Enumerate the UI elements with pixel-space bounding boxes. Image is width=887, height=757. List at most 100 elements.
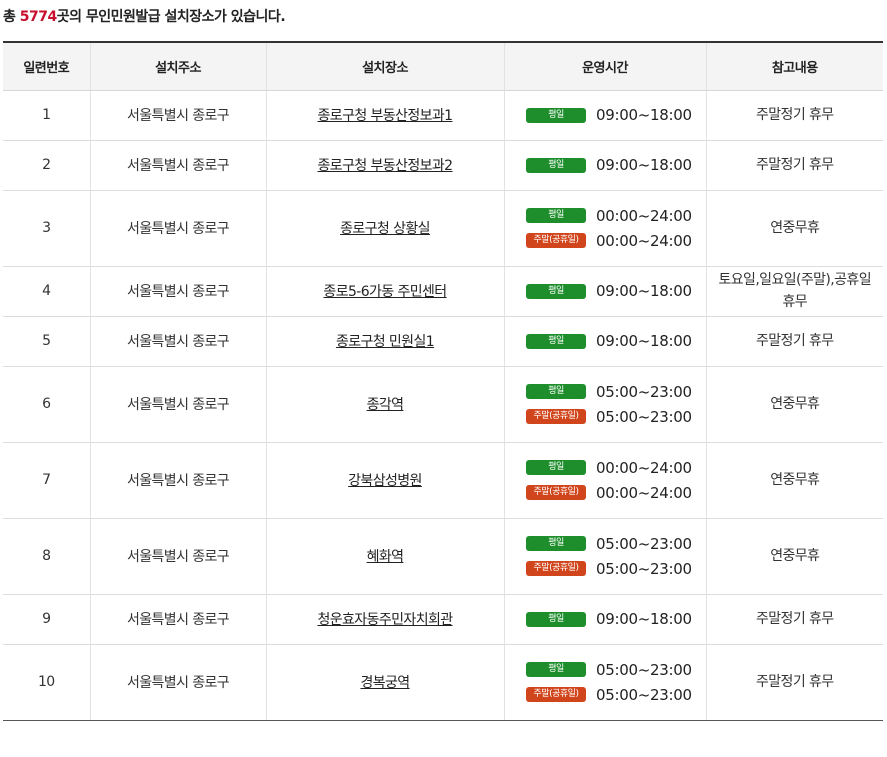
- hours-cell: 평일 00:00~24:00 주말(공휴일) 00:00~24:00: [503, 190, 706, 267]
- hours-cell: 평일 09:00~18:00: [503, 594, 706, 645]
- location-link[interactable]: 경복궁역: [360, 675, 410, 691]
- address-cell: 서울특별시 종로구: [89, 442, 266, 519]
- location-link[interactable]: 강북삼성병원: [348, 473, 422, 489]
- weekday-time: 09:00~18:00: [596, 106, 692, 124]
- table-header: 일련번호 설치주소 설치장소 운영시간 참고내용: [3, 41, 883, 91]
- notes-cell: 주말정기 휴무: [705, 644, 883, 721]
- header-row: 일련번호 설치주소 설치장소 운영시간 참고내용: [3, 41, 883, 91]
- result-count: 5774: [19, 9, 57, 25]
- weekday-hours-line: 평일 09:00~18:00: [509, 329, 702, 354]
- notes-cell: 연중무휴: [705, 366, 883, 443]
- weekend-hours-line: 주말(공휴일) 05:00~23:00: [509, 682, 702, 707]
- notes-cell: 주말정기 휴무: [705, 594, 883, 645]
- serial-no-cell: 5: [3, 316, 90, 367]
- location-cell: 청운효자동주민자치회관: [265, 594, 504, 645]
- kiosk-location-table: 일련번호 설치주소 설치장소 운영시간 참고내용 1 서울특별시 종로구 종로구청 …: [3, 41, 883, 721]
- weekday-hours-line: 평일 09:00~18:00: [509, 103, 702, 128]
- serial-no-cell: 8: [3, 518, 90, 595]
- weekday-badge: 평일: [526, 460, 586, 475]
- weekday-time: 09:00~18:00: [596, 156, 692, 174]
- address-cell: 서울특별시 종로구: [89, 366, 266, 443]
- location-cell: 종로구청 상황실: [265, 190, 504, 267]
- weekend-time: 00:00~24:00: [596, 483, 692, 502]
- weekday-hours-line: 평일 09:00~18:00: [509, 153, 702, 178]
- weekend-time: 05:00~23:00: [596, 685, 692, 704]
- table-row: 1 서울특별시 종로구 종로구청 부동산정보과1 평일 09:00~18:00 주말정기 …: [3, 90, 883, 141]
- address-cell: 서울특별시 종로구: [89, 594, 266, 645]
- table-row: 10 서울특별시 종로구 경복궁역 평일 05:00~23:00 주말(공휴일) 05:00…: [3, 644, 883, 721]
- serial-no-cell: 1: [3, 90, 90, 141]
- summary-suffix: 곳의 무인민원발급 설치장소가 있습니다.: [56, 9, 286, 25]
- hours-cell: 평일 09:00~18:00: [503, 266, 706, 317]
- notes-cell: 주말정기 휴무: [705, 316, 883, 367]
- weekday-hours-line: 평일 00:00~24:00: [509, 203, 702, 228]
- location-cell: 종로구청 민원실1: [265, 316, 504, 367]
- location-cell: 종각역: [265, 366, 504, 443]
- location-cell: 경복궁역: [265, 644, 504, 721]
- hours-cell: 평일 09:00~18:00: [503, 316, 706, 367]
- hours-cell: 평일 05:00~23:00 주말(공휴일) 05:00~23:00: [503, 644, 706, 721]
- result-summary: 총 5774곳의 무인민원발급 설치장소가 있습니다.: [3, 6, 286, 26]
- address-cell: 서울특별시 종로구: [89, 90, 266, 141]
- hours-cell: 평일 09:00~18:00: [503, 90, 706, 141]
- weekday-time: 05:00~23:00: [596, 382, 692, 401]
- serial-no-cell: 10: [3, 644, 90, 721]
- table-body: 1 서울특별시 종로구 종로구청 부동산정보과1 평일 09:00~18:00 주말정기 …: [3, 90, 883, 721]
- address-cell: 서울특별시 종로구: [89, 644, 266, 721]
- location-cell: 종로5-6가동 주민센터: [265, 266, 504, 317]
- table-row: 5 서울특별시 종로구 종로구청 민원실1 평일 09:00~18:00 주말정기 휴무: [3, 316, 883, 367]
- location-cell: 혜화역: [265, 518, 504, 595]
- notes-cell: 토요일,일요일(주말),공휴일 휴무: [705, 266, 883, 317]
- notes-cell: 주말정기 휴무: [705, 90, 883, 141]
- location-link[interactable]: 종로구청 민원실1: [336, 334, 435, 350]
- header-location: 설치장소: [265, 41, 504, 91]
- weekend-badge: 주말(공휴일): [526, 687, 586, 702]
- location-link[interactable]: 종로5-6가동 주민센터: [323, 284, 447, 300]
- location-link[interactable]: 종로구청 상황실: [340, 221, 430, 237]
- location-link[interactable]: 종로구청 부동산정보과1: [318, 108, 454, 124]
- weekday-hours-line: 평일 09:00~18:00: [509, 607, 702, 632]
- weekday-badge: 평일: [526, 157, 586, 173]
- weekday-hours-line: 평일 05:00~23:00: [509, 379, 702, 404]
- header-address: 설치주소: [89, 41, 266, 91]
- serial-no-cell: 3: [3, 190, 90, 267]
- weekday-time: 00:00~24:00: [596, 458, 692, 477]
- weekend-badge: 주말(공휴일): [526, 233, 586, 248]
- address-cell: 서울특별시 종로구: [89, 518, 266, 595]
- weekday-badge: 평일: [526, 384, 586, 399]
- header-hours: 운영시간: [503, 41, 706, 91]
- weekend-hours-line: 주말(공휴일) 00:00~24:00: [509, 228, 702, 253]
- weekday-time: 05:00~23:00: [596, 534, 692, 553]
- serial-no-cell: 7: [3, 442, 90, 519]
- weekday-time: 09:00~18:00: [596, 610, 692, 628]
- serial-no-cell: 6: [3, 366, 90, 443]
- location-link[interactable]: 종각역: [367, 397, 404, 413]
- weekend-hours-line: 주말(공휴일) 05:00~23:00: [509, 404, 702, 429]
- weekend-badge: 주말(공휴일): [526, 485, 586, 500]
- weekday-time: 09:00~18:00: [596, 282, 692, 300]
- weekend-badge: 주말(공휴일): [526, 561, 586, 576]
- location-link[interactable]: 혜화역: [367, 549, 404, 565]
- weekday-badge: 평일: [526, 208, 586, 223]
- address-cell: 서울특별시 종로구: [89, 266, 266, 317]
- weekday-hours-line: 평일 05:00~23:00: [509, 657, 702, 682]
- hours-cell: 평일 05:00~23:00 주말(공휴일) 05:00~23:00: [503, 518, 706, 595]
- weekend-time: 00:00~24:00: [596, 231, 692, 250]
- weekday-time: 00:00~24:00: [596, 206, 692, 225]
- notes-cell: 연중무휴: [705, 518, 883, 595]
- weekend-time: 05:00~23:00: [596, 407, 692, 426]
- address-cell: 서울특별시 종로구: [89, 140, 266, 191]
- table-row: 3 서울특별시 종로구 종로구청 상황실 평일 00:00~24:00 주말(공휴일) 00…: [3, 190, 883, 267]
- serial-no-cell: 9: [3, 594, 90, 645]
- address-cell: 서울특별시 종로구: [89, 316, 266, 367]
- table-row: 4 서울특별시 종로구 종로5-6가동 주민센터 평일 09:00~18:00 토요일,일…: [3, 266, 883, 317]
- weekday-badge: 평일: [526, 283, 586, 299]
- weekend-time: 05:00~23:00: [596, 559, 692, 578]
- notes-cell: 주말정기 휴무: [705, 140, 883, 191]
- table-row: 7 서울특별시 종로구 강북삼성병원 평일 00:00~24:00 주말(공휴일) 00:0…: [3, 442, 883, 519]
- weekday-badge: 평일: [526, 536, 586, 551]
- location-link[interactable]: 청운효자동주민자치회관: [317, 612, 453, 628]
- location-link[interactable]: 종로구청 부동산정보과2: [318, 158, 454, 174]
- hours-cell: 평일 05:00~23:00 주말(공휴일) 05:00~23:00: [503, 366, 706, 443]
- notes-cell: 연중무휴: [705, 442, 883, 519]
